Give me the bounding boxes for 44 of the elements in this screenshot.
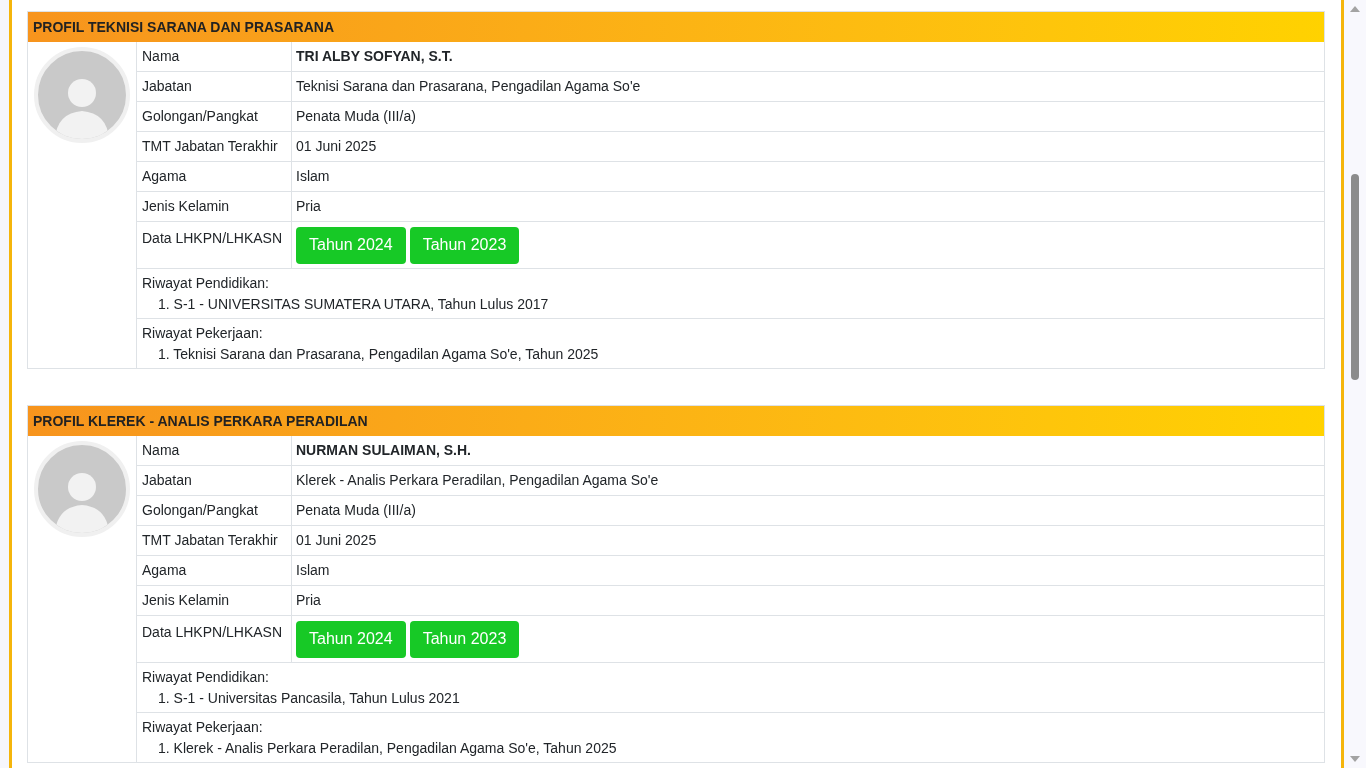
field-label: Golongan/Pangkat bbox=[137, 102, 292, 131]
name-value: NURMAN SULAIMAN, S.H. bbox=[296, 441, 471, 460]
year-button[interactable]: Tahun 2023 bbox=[409, 620, 520, 658]
year-button[interactable]: Tahun 2024 bbox=[296, 620, 406, 658]
history-heading: Riwayat Pekerjaan: bbox=[142, 718, 264, 737]
history-item: 1. S-1 - UNIVERSITAS SUMATERA UTARA, Tahun Lulus 2017 bbox=[157, 295, 550, 314]
field-label: Jenis Kelamin bbox=[137, 192, 292, 221]
field-label: Data LHKPN/LHKASN bbox=[137, 616, 292, 662]
field-label: Nama bbox=[137, 42, 292, 71]
history-item: 1. S-1 - Universitas Pancasila, Tahun Lulus 2021 bbox=[157, 689, 461, 708]
field-label: Nama bbox=[137, 436, 292, 465]
field-value: Penata Muda (III/a) bbox=[296, 501, 416, 520]
field-value: Pria bbox=[296, 591, 321, 610]
field-label: Jabatan bbox=[137, 72, 292, 101]
field-value: Islam bbox=[296, 561, 330, 580]
year-button[interactable]: Tahun 2024 bbox=[296, 226, 406, 264]
field-value: Pria bbox=[296, 197, 321, 216]
field-value: 01 Juni 2025 bbox=[296, 137, 377, 156]
field-value: Penata Muda (III/a) bbox=[296, 107, 416, 126]
field-label: Golongan/Pangkat bbox=[137, 496, 292, 525]
year-button[interactable]: Tahun 2023 bbox=[409, 226, 520, 264]
history-heading: Riwayat Pendidikan: bbox=[142, 274, 270, 293]
field-value: Islam bbox=[296, 167, 330, 186]
section-header: PROFIL TEKNISI SARANA DAN PRASARANA bbox=[28, 12, 1324, 42]
field-value: Klerek - Analis Perkara Peradilan, Pengadilan Agama So'e bbox=[296, 471, 659, 490]
field-label: TMT Jabatan Terakhir bbox=[137, 132, 292, 161]
scroll-down-icon[interactable] bbox=[1350, 756, 1360, 762]
field-label: Agama bbox=[137, 162, 292, 191]
field-value: 01 Juni 2025 bbox=[296, 531, 377, 550]
field-label: Jenis Kelamin bbox=[137, 586, 292, 615]
name-value: TRI ALBY SOFYAN, S.T. bbox=[296, 47, 453, 66]
scroll-up-icon[interactable] bbox=[1350, 6, 1360, 12]
scrollbar[interactable] bbox=[1344, 0, 1366, 768]
history-item: 1. Klerek - Analis Perkara Peradilan, Pengadilan Agama So'e, Tahun 2025 bbox=[157, 739, 618, 758]
field-value: Teknisi Sarana dan Prasarana, Pengadilan Agama So'e bbox=[296, 77, 641, 96]
scrollbar-thumb[interactable] bbox=[1351, 174, 1359, 380]
history-heading: Riwayat Pendidikan: bbox=[142, 668, 270, 687]
history-item: 1. Teknisi Sarana dan Prasarana, Pengadilan Agama So'e, Tahun 2025 bbox=[157, 345, 600, 364]
field-label: TMT Jabatan Terakhir bbox=[137, 526, 292, 555]
history-heading: Riwayat Pekerjaan: bbox=[142, 324, 264, 343]
field-label: Data LHKPN/LHKASN bbox=[137, 222, 292, 268]
field-label: Jabatan bbox=[137, 466, 292, 495]
field-label: Agama bbox=[137, 556, 292, 585]
section-header: PROFIL KLEREK - ANALIS PERKARA PERADILAN bbox=[28, 406, 1324, 436]
